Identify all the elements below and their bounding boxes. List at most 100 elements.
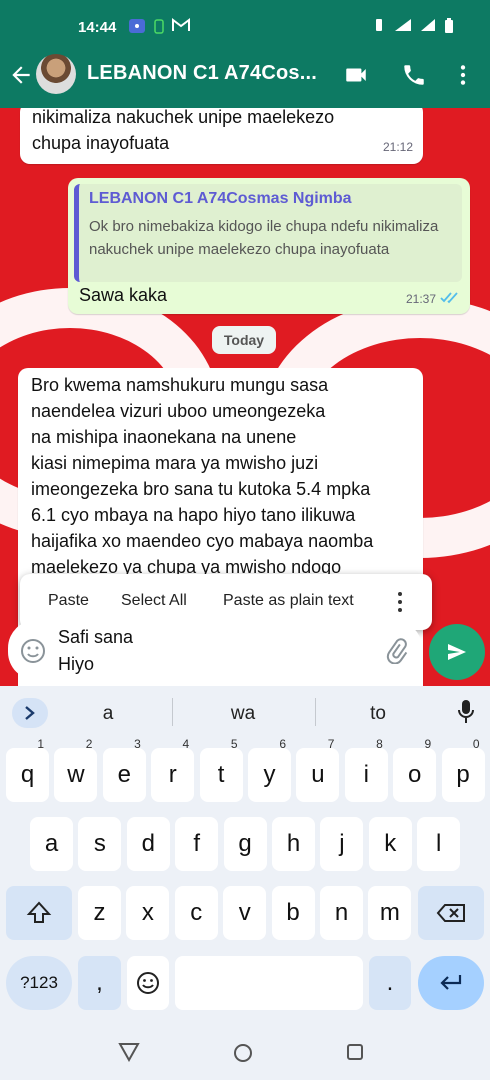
key-label: t (217, 761, 225, 788)
key-b[interactable]: b (271, 886, 315, 940)
message-input[interactable]: Safi sana Hiyo (58, 624, 133, 678)
space-key[interactable] (175, 956, 363, 1010)
key-hint: 7 (327, 737, 335, 751)
comma-key[interactable]: , (78, 956, 121, 1010)
key-label: p (456, 761, 470, 788)
suggestion[interactable]: a (58, 703, 158, 725)
message-composer[interactable]: Safi sana Hiyo (8, 620, 422, 680)
period-key[interactable]: . (369, 956, 411, 1010)
double-check-icon (440, 292, 458, 304)
shift-icon (26, 901, 52, 923)
enter-key[interactable] (418, 956, 484, 1010)
video-call-icon[interactable] (343, 62, 369, 88)
key-e[interactable]: e3 (102, 737, 146, 802)
message-time: 21:37 (405, 292, 436, 306)
key-hint: 8 (376, 737, 383, 751)
key-n[interactable]: n (320, 886, 363, 940)
more-options-icon[interactable] (390, 590, 410, 614)
key-hint: 0 (472, 737, 480, 751)
paste-plain-menu-item[interactable]: Paste as plain text (223, 592, 354, 610)
more-options-icon[interactable] (450, 62, 476, 88)
key-c[interactable]: c (174, 886, 218, 940)
back-arrow-icon[interactable] (8, 62, 34, 88)
draft-line: Safi sana (58, 627, 134, 647)
outgoing-message[interactable]: LEBANON C1 A74Cosmas Ngimba Ok bro nimeb… (68, 178, 470, 314)
message-line: Bro kwema namshukuru mungu sasa (31, 375, 329, 395)
message-line: naendelea vizuri uboo umeongezeka (31, 401, 326, 421)
key-m[interactable]: m (368, 886, 412, 940)
vibrate-icon (376, 19, 382, 31)
key-t[interactable]: t5 (199, 737, 243, 802)
key-hint: 4 (182, 737, 190, 751)
expand-toolbar-button[interactable] (12, 698, 48, 728)
key-label: u (311, 761, 325, 788)
key-w[interactable]: w2 (54, 737, 98, 802)
message-time: 21:12 (382, 140, 413, 154)
message-text: Sawa kaka (79, 285, 168, 305)
emoji-icon[interactable] (20, 638, 46, 664)
suggestion[interactable]: wa (193, 703, 293, 725)
key-a[interactable]: a (30, 817, 73, 871)
key-r[interactable]: r4 (151, 737, 195, 802)
symbols-key[interactable]: ?123 (6, 956, 72, 1010)
chevron-right-icon (25, 706, 35, 720)
key-label: y (263, 761, 276, 788)
attach-icon[interactable] (384, 638, 410, 664)
send-icon (448, 644, 466, 660)
key-l[interactable]: l (417, 817, 461, 871)
recents-nav-icon[interactable] (346, 1043, 364, 1061)
message-text: nikimaliza nakuchek unipe maelekezo (32, 108, 335, 127)
signal-4g-icon (395, 19, 411, 31)
system-nav-bar (0, 1026, 490, 1080)
key-y[interactable]: y6 (248, 737, 291, 802)
date-divider: Today (212, 326, 276, 354)
key-hint: 5 (230, 737, 238, 751)
key-k[interactable]: k (368, 817, 412, 871)
suggestion[interactable]: to (328, 703, 428, 725)
shift-key[interactable] (6, 886, 72, 940)
select-all-menu-item[interactable]: Select All (121, 592, 187, 610)
phone-icon[interactable] (401, 62, 427, 88)
key-i[interactable]: i8 (344, 737, 388, 802)
chat-title[interactable]: LEBANON C1 A74Cos... (87, 62, 317, 85)
key-v[interactable]: v (223, 886, 267, 940)
battery-icon (445, 18, 453, 33)
emoji-key[interactable] (127, 956, 169, 1010)
message-line: na mishipa inaonekana na unene (31, 427, 297, 447)
top-bar: 14:44 LEBANON C1 A74Cos... (0, 0, 490, 108)
key-z[interactable]: z (78, 886, 121, 940)
quoted-message[interactable]: LEBANON C1 A74Cosmas Ngimba Ok bro nimeb… (74, 184, 462, 282)
home-nav-icon[interactable] (233, 1043, 253, 1063)
key-s[interactable]: s (78, 817, 122, 871)
message-line: kiasi nimepima mara ya mwisho juzi (31, 453, 319, 473)
key-o[interactable]: o9 (393, 737, 437, 802)
microphone-icon[interactable] (456, 698, 476, 726)
backspace-key[interactable] (418, 886, 484, 940)
key-label: i (363, 761, 369, 788)
app-bar: LEBANON C1 A74Cos... (0, 48, 490, 104)
key-h[interactable]: h (272, 817, 315, 871)
enter-icon (440, 975, 462, 990)
key-d[interactable]: d (126, 817, 170, 871)
key-label: o (408, 761, 422, 788)
key-q[interactable]: q1 (6, 737, 49, 802)
key-hint: 1 (37, 737, 44, 751)
key-label: e (117, 761, 131, 788)
avatar[interactable] (36, 54, 76, 94)
paste-menu-item[interactable]: Paste (48, 592, 89, 610)
message-line: imeongezeka bro sana tu kutoka 5.4 mpka (31, 479, 371, 499)
key-u[interactable]: u7 (296, 737, 340, 802)
incoming-message[interactable]: nikimaliza nakuchek unipe maelekezo chup… (20, 108, 423, 164)
key-f[interactable]: f (175, 817, 219, 871)
keyboard: a wa to q1w2e3r4t5y6u7i8o9p0asdfghjklzxc… (0, 686, 490, 1080)
key-g[interactable]: g (223, 817, 267, 871)
suggestion-strip: a wa to (0, 686, 490, 740)
key-hint: 3 (134, 737, 141, 751)
status-bar: 14:44 (0, 14, 490, 42)
key-p[interactable]: p0 (441, 737, 485, 802)
message-line: haijafika xo maendeo cyo mabaya naomba (31, 531, 374, 551)
send-button[interactable] (429, 624, 485, 680)
key-j[interactable]: j (320, 817, 364, 871)
key-x[interactable]: x (126, 886, 170, 940)
back-nav-icon[interactable] (118, 1042, 140, 1062)
